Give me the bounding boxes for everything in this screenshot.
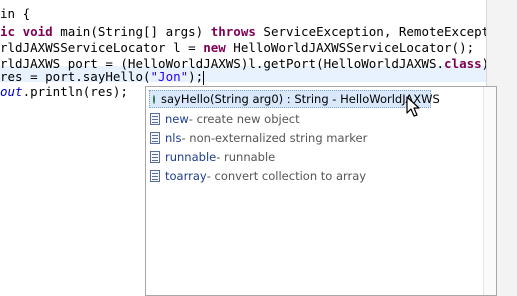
proposal-description: - create new object xyxy=(188,112,300,126)
public-method-icon xyxy=(153,94,155,104)
popup-scrollbar[interactable] xyxy=(483,87,496,295)
template-icon xyxy=(150,113,160,125)
proposal-item-selected[interactable]: sayHello(String arg0) : String - HelloWo… xyxy=(149,90,440,108)
template-icon xyxy=(150,170,160,182)
code-line: in { xyxy=(0,6,30,22)
code-line: out.println(res); xyxy=(0,84,128,100)
code-token: new xyxy=(203,40,226,55)
proposal-item[interactable]: new - create new object xyxy=(150,110,300,128)
code-token: ); xyxy=(188,69,204,84)
code-token: rldJAXWSServiceLocator l = xyxy=(0,40,204,55)
proposal-item[interactable]: toarray - convert collection to array xyxy=(150,167,366,185)
code-token: res = port.sayHello( xyxy=(0,69,151,84)
proposal-item[interactable]: runnable - runnable xyxy=(150,148,275,166)
proposal-name: toarray xyxy=(165,169,207,183)
template-icon xyxy=(150,151,160,163)
content-assist-popup: sayHello(String arg0) : String - HelloWo… xyxy=(145,86,497,296)
code-token: class xyxy=(444,56,482,71)
code-line: ic void main(String[] args) throws Servi… xyxy=(0,24,486,40)
text-caret xyxy=(203,70,205,85)
proposal-description: - convert collection to array xyxy=(206,169,367,183)
code-token: HelloWorldJAXWSServiceLocator(); xyxy=(225,40,475,55)
proposal-description: - runnable xyxy=(216,150,276,164)
proposal-name: runnable xyxy=(165,150,217,164)
proposal-item[interactable]: nls - non-externalized string marker xyxy=(150,129,367,147)
code-token: ServiceException, RemoteException xyxy=(263,24,486,39)
code-token: in { xyxy=(0,6,31,21)
proposal-name: nls xyxy=(165,131,182,145)
code-token: out xyxy=(0,84,23,99)
code-token: "Jon" xyxy=(150,69,189,84)
code-token: main(String[] args) xyxy=(52,24,211,39)
proposal-description: - non-externalized string marker xyxy=(181,131,368,145)
code-token: ic void xyxy=(0,24,53,39)
template-icon xyxy=(150,132,160,144)
proposal-name: new xyxy=(165,112,189,126)
code-token: throws xyxy=(210,24,256,39)
code-token: .println(res); xyxy=(22,84,128,99)
proposal-name: sayHello(String arg0) : String - HelloWo… xyxy=(161,92,440,106)
mouse-pointer-icon xyxy=(406,96,420,117)
code-line: res = port.sayHello("Jon"); xyxy=(0,69,205,85)
code-line: rldJAXWSServiceLocator l = new HelloWorl… xyxy=(0,40,474,56)
